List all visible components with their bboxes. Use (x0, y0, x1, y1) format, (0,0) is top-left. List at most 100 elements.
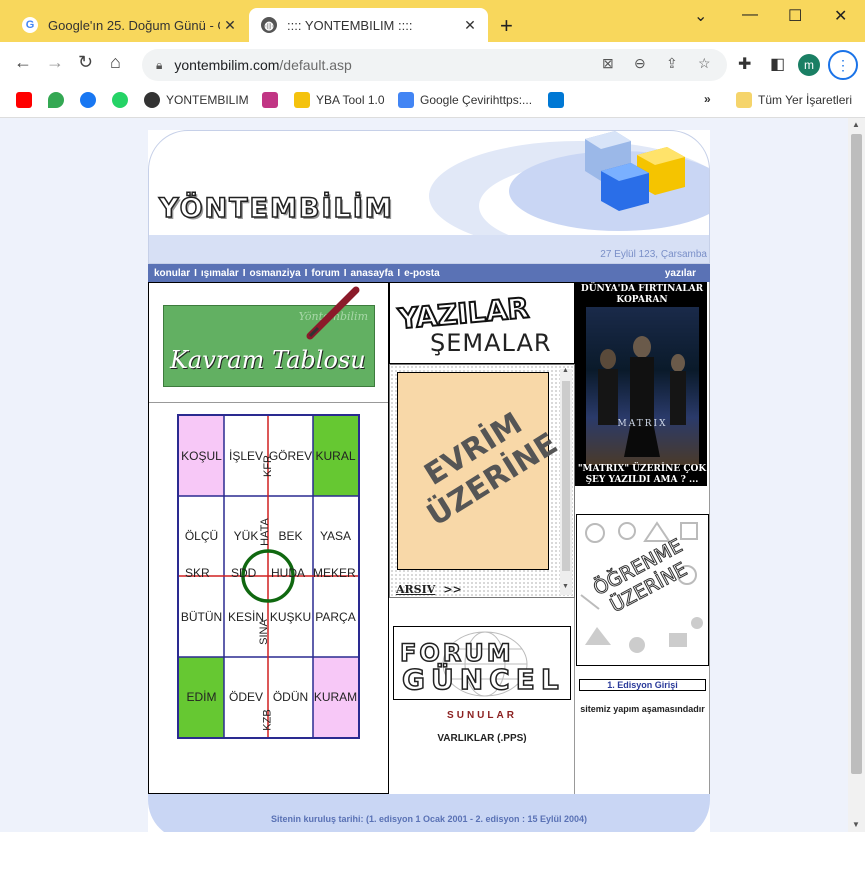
guncel-title: GÜNCEL (401, 662, 565, 697)
url-path: /default.asp (279, 57, 352, 73)
blocked-popup-icon[interactable]: ⊠ (602, 55, 614, 72)
bookmark-label: YONTEMBILIM (166, 93, 249, 107)
site-container: YÖNTEMBİLİM 27 Eylül 123, Çarsamba konul… (148, 130, 710, 832)
side-panel-icon[interactable]: ◧ (770, 54, 785, 74)
bookmark-youtube[interactable] (16, 92, 38, 108)
bookmark-translate[interactable]: Google Çevirihttps:... (398, 92, 532, 108)
page-scrollbar[interactable]: ▲ ▼ (848, 118, 865, 832)
right-column: DÜNYA'DA FIRTINALAR KOPARAN MATRIX "MATR… (575, 282, 710, 794)
pen-icon (306, 286, 360, 340)
extensions-icon[interactable]: ✚ (738, 54, 751, 74)
tab-google[interactable]: G Google'ın 25. Doğum Günü - Go ✕ (8, 8, 248, 42)
grid-center-label: HUDA (271, 566, 306, 580)
yazilar-column: YAZILAR ŞEMALAR EVRİM ÜZERİNE ▲ ▼ ARSIV >… (389, 282, 575, 794)
bookmark-star-icon[interactable]: ☆ (698, 55, 711, 72)
close-tab-icon[interactable]: ✕ (460, 17, 480, 34)
construction-notice: sitemiz yapım aşamasındadır (580, 704, 705, 714)
ogrenme-uzerine-link[interactable]: ÖĞRENME ÜZERİNE (576, 514, 709, 666)
kavram-grid[interactable]: KOŞUL İŞLEV GÖREV KURAL ÖLÇÜ YÜK BEK YASA BÜTÜN K… (177, 414, 360, 739)
nav-yazilar[interactable]: yazılar (665, 268, 696, 279)
menu-icon[interactable]: ⋮ (828, 50, 858, 80)
bookmark-yontembilim[interactable]: YONTEMBILIM (144, 92, 249, 108)
close-window-button[interactable]: ✕ (834, 6, 847, 26)
scroll-up-icon[interactable]: ▲ (562, 367, 569, 374)
kavram-title: Kavram Tablosu (170, 346, 366, 374)
tab-title: Google'ın 25. Doğum Günü - Go (48, 17, 220, 33)
maximize-button[interactable]: ☐ (788, 6, 802, 26)
whatsapp-icon (112, 92, 128, 108)
varliklar-link[interactable]: VARLIKLAR (.PPS) (389, 733, 575, 744)
outlook-icon (548, 92, 564, 108)
all-bookmarks[interactable]: Tüm Yer İşaretleri (736, 92, 852, 108)
bookmarks-bar: YONTEMBILIM YBA Tool 1.0 Google Çeviriht… (0, 86, 865, 118)
bookmark-instagram[interactable] (262, 92, 284, 108)
zoom-icon[interactable]: ⊖ (634, 55, 646, 72)
nav-osmanziya[interactable]: osmanziya (250, 268, 301, 279)
scroll-up-icon[interactable]: ▲ (852, 120, 860, 129)
back-button[interactable]: ← (14, 52, 32, 73)
reload-button[interactable]: ↻ (78, 52, 93, 73)
evrim-scrollbar[interactable]: ▲ ▼ (560, 367, 572, 595)
nav-anasayfa[interactable]: anasayfa (351, 268, 394, 279)
instagram-icon (262, 92, 278, 108)
globe-icon (144, 92, 160, 108)
all-bookmarks-label: Tüm Yer İşaretleri (758, 93, 853, 107)
matrix-poster[interactable]: MATRIX (586, 307, 699, 465)
tab-strip: G Google'ın 25. Doğum Günü - Go ✕ ◍ ::::… (0, 0, 865, 42)
matrix-top-text: DÜNYA'DA FIRTINALAR KOPARAN (580, 284, 704, 305)
site-logo[interactable]: YÖNTEMBİLİM (158, 192, 394, 225)
semalar-title: ŞEMALAR (430, 329, 552, 357)
youtube-icon (16, 92, 32, 108)
tab-search-icon[interactable]: ⌄ (694, 6, 707, 26)
bookmark-label: YBA Tool 1.0 (316, 93, 385, 107)
nav-eposta[interactable]: e-posta (404, 268, 440, 279)
cubes-logo-icon (585, 131, 685, 211)
maps-icon (48, 92, 64, 108)
google-icon: G (22, 17, 38, 33)
evrim-text: EVRİM ÜZERİNE (418, 405, 564, 534)
nav-isimalar[interactable]: ışımalar (201, 268, 239, 279)
new-tab-button[interactable]: + (500, 13, 513, 39)
share-icon[interactable]: ⇪ (666, 55, 678, 72)
page-viewport: YÖNTEMBİLİM 27 Eylül 123, Çarsamba konul… (0, 118, 848, 832)
bookmark-facebook[interactable] (80, 92, 102, 108)
sunular-heading: SUNULAR (447, 710, 517, 721)
nav-konular[interactable]: konular (154, 268, 190, 279)
bookmark-whatsapp[interactable] (112, 92, 134, 108)
bookmark-maps[interactable] (48, 92, 70, 108)
evrim-uzerine-link[interactable]: EVRİM ÜZERİNE (397, 372, 564, 570)
arsiv-link[interactable]: ARSIV >> (396, 583, 462, 596)
grid-vertical-label: KZB (261, 709, 274, 731)
translate-icon (398, 92, 414, 108)
matrix-figures (598, 336, 686, 457)
bookmarks-overflow[interactable]: » (704, 92, 711, 106)
facebook-icon (80, 92, 96, 108)
forum-guncel-banner[interactable]: FORUM GÜNCEL (393, 626, 571, 700)
nav-forum[interactable]: forum (311, 268, 339, 279)
toolbar: ← → ↻ ⌂ 🔒︎ yontembilim.com/default.asp ⊠… (0, 42, 865, 86)
minimize-button[interactable]: — (742, 6, 758, 24)
scroll-thumb[interactable] (851, 134, 862, 774)
home-button[interactable]: ⌂ (110, 52, 121, 73)
grid-center-label: SDD (231, 566, 257, 580)
scroll-down-icon[interactable]: ▼ (852, 820, 860, 829)
yazilar-semalar-banner[interactable]: YAZILAR ŞEMALAR (389, 282, 575, 364)
matrix-panel[interactable]: DÜNYA'DA FIRTINALAR KOPARAN MATRIX "MATR… (575, 282, 707, 486)
footer-text: Sitenin kuruluş tarihi: (1. edisyon 1 Oc… (270, 814, 588, 824)
tab-yontembilim[interactable]: ◍ :::: YONTEMBILIM :::: ✕ (249, 8, 488, 42)
kavram-column: Yöntembilim Kavram Tablosu KOŞULİŞLEVGÖR… (148, 282, 389, 794)
address-bar[interactable]: 🔒︎ yontembilim.com/default.asp ⊠ ⊖ ⇪ ☆ (142, 49, 727, 81)
grid-vertical-label: KFR (262, 455, 274, 477)
folder-icon (736, 92, 752, 108)
close-tab-icon[interactable]: ✕ (220, 17, 240, 34)
edisyon-link[interactable]: 1. Edisyon Girişi (579, 679, 706, 691)
avatar[interactable]: m (798, 54, 820, 76)
url-host: yontembilim.com (174, 57, 280, 73)
scroll-down-icon[interactable]: ▼ (562, 583, 569, 590)
forward-button[interactable]: → (46, 52, 64, 73)
matrix-poster-label: MATRIX (617, 419, 668, 429)
yba-icon (294, 92, 310, 108)
bookmark-yba-tool[interactable]: YBA Tool 1.0 (294, 92, 385, 108)
bookmark-outlook[interactable] (548, 92, 570, 108)
kavram-tablosu-banner[interactable]: Yöntembilim Kavram Tablosu (163, 286, 375, 387)
